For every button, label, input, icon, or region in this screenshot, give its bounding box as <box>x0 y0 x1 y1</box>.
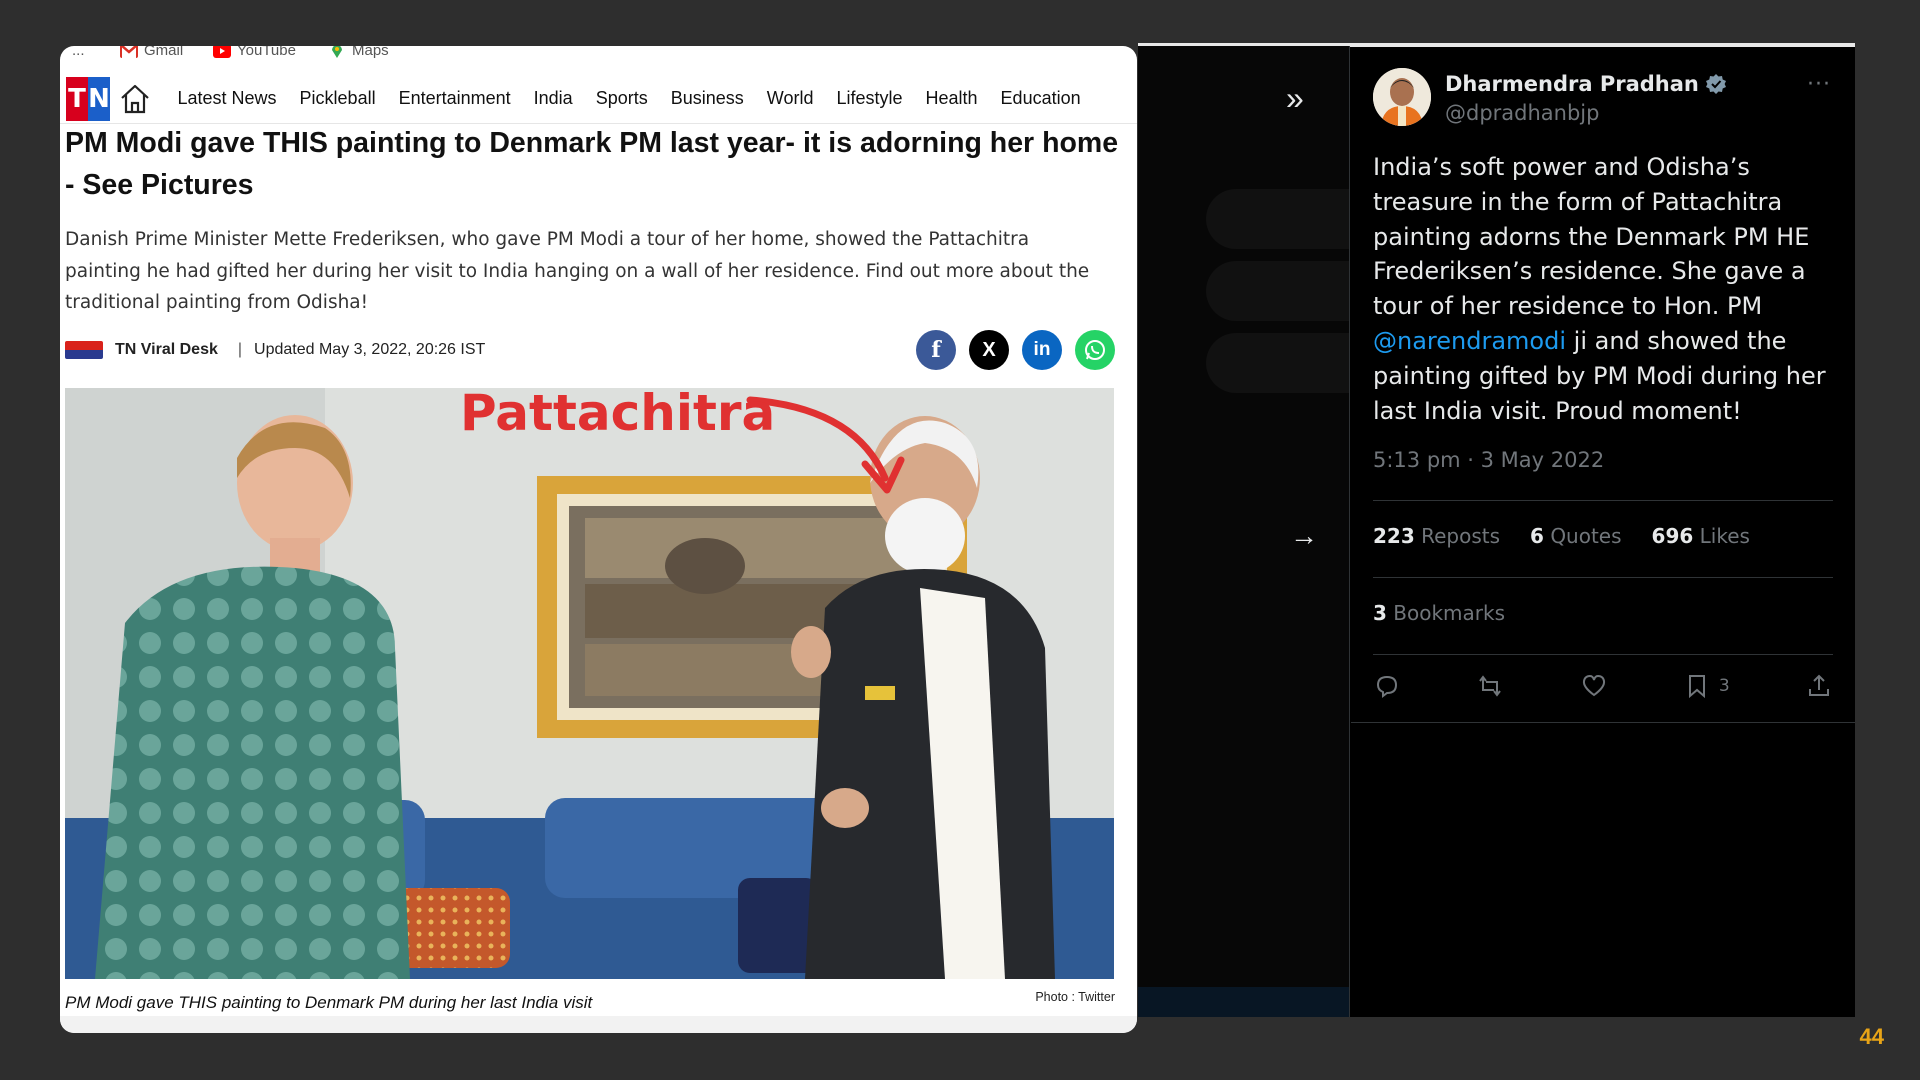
whatsapp-icon <box>1085 340 1105 360</box>
bookmarks-stat[interactable]: 3 Bookmarks <box>1373 601 1505 625</box>
nav-education[interactable]: Education <box>989 88 1092 109</box>
reply-icon <box>1376 675 1398 698</box>
reposts-stat[interactable]: 223 Reposts <box>1373 524 1500 548</box>
share-icon <box>1808 674 1829 696</box>
bookmark-icon <box>1688 675 1705 699</box>
repost-button[interactable] <box>1476 672 1504 700</box>
article-byline: TN Viral Desk | Updated May 3, 2022, 20:… <box>65 336 485 364</box>
bookmark-action-count: 3 <box>1718 676 1730 696</box>
pattachitra-annotation: Pattachitra <box>460 388 776 442</box>
tweet-detail: Dharmendra Pradhan @dpradhanbjp ··· Indi… <box>1351 46 1855 1017</box>
nav-latest-news[interactable]: Latest News <box>166 88 288 109</box>
divider <box>1373 577 1833 578</box>
linkedin-icon: in <box>1033 339 1051 360</box>
x-share-button[interactable]: X <box>969 330 1009 370</box>
faded-signup-option <box>1206 261 1349 321</box>
author-avatar[interactable] <box>1373 68 1431 126</box>
tweet-stats: 223 Reposts 6 Quotes 696 Likes <box>1373 524 1750 548</box>
author-name[interactable]: Dharmendra Pradhan <box>1445 72 1727 96</box>
article-headline: PM Modi gave THIS painting to Denmark PM… <box>65 127 1119 201</box>
likes-stat[interactable]: 696 Likes <box>1652 524 1750 548</box>
panel-bottom-bar <box>1138 987 1349 1017</box>
arrow-right-icon[interactable]: → <box>1290 520 1318 552</box>
article-photo[interactable]: Pattachitra <box>65 388 1114 979</box>
more-options-icon[interactable]: ··· <box>1807 72 1831 97</box>
whatsapp-share-button[interactable] <box>1075 330 1115 370</box>
author-handle[interactable]: @dpradhanbjp <box>1445 101 1599 125</box>
share-button[interactable] <box>1805 672 1833 700</box>
divider <box>1351 722 1855 723</box>
slide-page-number: 44 <box>1859 1024 1884 1049</box>
photo-credit: Photo : Twitter <box>1035 990 1115 1004</box>
bottom-strip <box>60 1016 1137 1033</box>
share-buttons: f X in <box>916 330 1115 370</box>
x-icon: X <box>982 338 996 361</box>
times-now-small-logo <box>65 341 103 359</box>
home-icon[interactable] <box>118 82 152 116</box>
tweet-text: India’s soft power and Odisha’s treasure… <box>1373 153 1826 425</box>
facebook-icon: f <box>931 337 941 363</box>
nav-sports[interactable]: Sports <box>584 88 659 109</box>
avatar-image <box>1373 68 1431 126</box>
byline-separator: | <box>237 341 243 358</box>
twitter-side-panel: » → <box>1138 46 1350 1017</box>
mention-link[interactable]: @narendramodi <box>1373 327 1566 355</box>
author-name[interactable]: TN Viral Desk <box>115 341 218 359</box>
nav-health[interactable]: Health <box>914 88 989 109</box>
linkedin-share-button[interactable]: in <box>1022 330 1062 370</box>
repost-icon <box>1479 675 1502 697</box>
quotes-stat[interactable]: 6 Quotes <box>1530 524 1622 548</box>
nav-india[interactable]: India <box>522 88 584 109</box>
tweet-actions: 3 <box>1373 666 1833 706</box>
nav-links: Latest News Pickleball Entertainment Ind… <box>166 88 1092 109</box>
article-window: ... Gmail YouTube Maps T N Latest News P… <box>60 46 1137 1033</box>
faded-signup-option <box>1206 189 1349 249</box>
divider <box>1373 654 1833 655</box>
facebook-share-button[interactable]: f <box>916 330 956 370</box>
expand-double-chevron-icon[interactable]: » <box>1286 80 1304 117</box>
verified-badge-icon <box>1705 74 1726 94</box>
bookmarks-bar: ... Gmail YouTube Maps <box>60 46 1137 66</box>
nav-entertainment[interactable]: Entertainment <box>387 88 522 109</box>
updated-timestamp: Updated May 3, 2022, 20:26 IST <box>254 341 486 358</box>
bookmark-youtube[interactable]: YouTube <box>213 46 296 59</box>
divider <box>1373 500 1833 501</box>
nav-lifestyle[interactable]: Lifestyle <box>825 88 914 109</box>
gmail-icon <box>120 46 138 58</box>
faded-signup-option <box>1206 333 1349 393</box>
bookmark-gmail[interactable]: Gmail <box>120 46 183 59</box>
nav-world[interactable]: World <box>755 88 825 109</box>
site-navbar: T N Latest News Pickleball Entertainment… <box>60 74 1137 124</box>
bookmarks-overflow[interactable]: ... <box>72 46 85 59</box>
maps-pin-icon <box>332 46 342 58</box>
like-button[interactable] <box>1580 672 1608 700</box>
bookmark-button[interactable]: 3 <box>1683 672 1730 700</box>
nav-business[interactable]: Business <box>659 88 755 109</box>
nav-pickleball[interactable]: Pickleball <box>288 88 387 109</box>
reply-button[interactable] <box>1373 672 1401 700</box>
twitter-window: » → Dharmendra Pradhan @dpradhanbjp ··· … <box>1138 43 1855 1017</box>
article-summary: Danish Prime Minister Mette Frederiksen,… <box>65 229 1090 313</box>
photo-caption: PM Modi gave THIS painting to Denmark PM… <box>65 993 593 1012</box>
heart-icon <box>1582 674 1605 697</box>
tweet-timestamp[interactable]: 5:13 pm · 3 May 2022 <box>1373 448 1604 472</box>
youtube-icon <box>213 46 231 58</box>
bookmark-maps[interactable]: Maps <box>328 46 389 59</box>
photo-illustration <box>65 388 1114 979</box>
times-now-logo[interactable]: T N <box>66 76 110 121</box>
